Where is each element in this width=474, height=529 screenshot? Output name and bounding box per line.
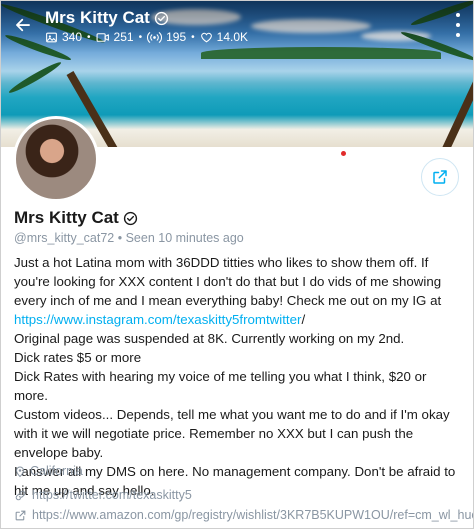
stat-photos: 340 bbox=[45, 30, 82, 44]
profile-page: Mrs Kitty Cat 340 • 251 • 195 • 14.0K Mr… bbox=[0, 0, 474, 529]
bio-line: Dick rates $5 or more bbox=[14, 350, 142, 365]
twitter-link[interactable]: https://twitter.com/texaskitty5 bbox=[32, 488, 192, 502]
verified-icon bbox=[154, 11, 168, 25]
header-name: Mrs Kitty Cat bbox=[45, 8, 150, 27]
stat-streams: 195 bbox=[147, 30, 186, 44]
header-title: Mrs Kitty Cat bbox=[45, 8, 169, 28]
more-dot bbox=[456, 13, 460, 17]
profile-name-text: Mrs Kitty Cat bbox=[14, 208, 119, 227]
stat-likes-count: 14.0K bbox=[216, 30, 248, 44]
external-link-row: https://www.amazon.com/gp/registry/wishl… bbox=[14, 508, 473, 522]
username: @mrs_kitty_cat72 bbox=[14, 231, 115, 245]
bio-text: Just a hot Latina mom with 36DDD titties… bbox=[14, 255, 442, 308]
location-text: California bbox=[30, 464, 83, 478]
bio-line: Custom videos... Depends, tell me what y… bbox=[14, 407, 450, 460]
more-dot bbox=[456, 23, 460, 27]
location-pin-icon bbox=[15, 466, 25, 477]
profile-name: Mrs Kitty Cat bbox=[14, 208, 138, 228]
separator-dot: • bbox=[117, 231, 126, 245]
bio-paragraph: Just a hot Latina mom with 36DDD titties… bbox=[14, 253, 464, 329]
separator-dot: • bbox=[191, 31, 195, 43]
arrow-left-icon bbox=[16, 18, 30, 32]
bio-line: Original page was suspended at 8K. Curre… bbox=[14, 331, 405, 346]
stat-streams-count: 195 bbox=[166, 30, 187, 44]
share-icon bbox=[433, 170, 447, 184]
location: California bbox=[14, 464, 83, 478]
stat-videos: 251 bbox=[96, 30, 134, 44]
seen-time: 10 minutes ago bbox=[158, 231, 244, 245]
external-link-icon bbox=[15, 510, 26, 520]
palm-leaf bbox=[7, 59, 63, 96]
video-icon bbox=[96, 32, 109, 42]
more-dot bbox=[456, 33, 460, 37]
broadcast-icon bbox=[147, 31, 163, 43]
image-icon bbox=[46, 32, 57, 42]
external-link-row: https://twitter.com/texaskitty5 bbox=[14, 488, 192, 502]
header-stats: 340 • 251 • 195 • 14.0K bbox=[45, 30, 248, 44]
bio: Just a hot Latina mom with 36DDD titties… bbox=[14, 253, 464, 500]
bio-link-suffix: / bbox=[301, 312, 306, 327]
online-status-dot bbox=[341, 151, 346, 156]
wishlist-link[interactable]: https://www.amazon.com/gp/registry/wishl… bbox=[32, 508, 473, 522]
separator-dot: • bbox=[138, 31, 143, 43]
profile-subline: @mrs_kitty_cat72 • Seen 10 minutes ago bbox=[14, 231, 244, 245]
share-button[interactable] bbox=[421, 158, 459, 196]
back-button[interactable] bbox=[9, 11, 37, 39]
more-options-button[interactable] bbox=[451, 13, 465, 37]
avatar[interactable] bbox=[13, 116, 99, 202]
stat-photos-count: 340 bbox=[62, 30, 83, 44]
heart-icon bbox=[200, 32, 212, 42]
link-icon bbox=[15, 490, 26, 500]
seen-label: Seen bbox=[125, 231, 155, 245]
verified-icon bbox=[123, 211, 137, 225]
stat-videos-count: 251 bbox=[113, 30, 134, 44]
palm-trunk bbox=[441, 49, 473, 147]
separator-dot: • bbox=[87, 31, 91, 43]
stat-likes: 14.0K bbox=[200, 30, 248, 44]
instagram-link[interactable]: https://www.instagram.com/texaskitty5fro… bbox=[14, 312, 301, 327]
bio-line: Dick Rates with hearing my voice of me t… bbox=[14, 369, 427, 403]
